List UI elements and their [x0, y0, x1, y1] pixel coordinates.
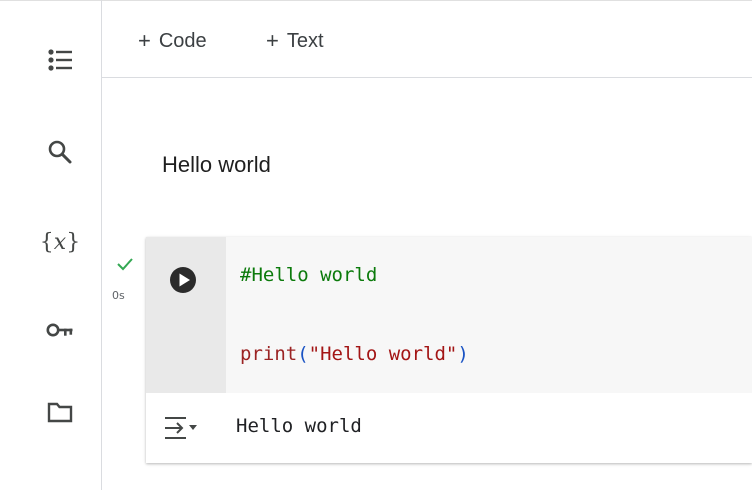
text-cell-heading[interactable]: Hello world [162, 152, 271, 178]
cell-output: Hello world [146, 393, 752, 463]
table-of-contents-button[interactable] [36, 36, 84, 84]
code-close-paren: ) [457, 343, 469, 365]
find-button[interactable] [36, 128, 84, 176]
output-text: Hello world [236, 415, 362, 437]
key-icon [46, 320, 74, 340]
code-editor[interactable]: #Hello world print("Hello world") [226, 237, 752, 393]
play-icon [168, 267, 198, 299]
code-open-paren: ( [297, 343, 309, 365]
add-code-label: Code [158, 29, 207, 52]
code-string: "Hello world" [308, 343, 458, 365]
code-line-comment: #Hello world [240, 264, 378, 286]
plus-icon: + [266, 28, 279, 53]
plus-icon: + [138, 28, 151, 53]
add-code-button[interactable]: + Code [138, 26, 207, 56]
cell-gutter [146, 237, 226, 393]
variables-icon: {x} [39, 229, 81, 255]
left-sidebar: {x} [0, 0, 102, 490]
code-function: print [240, 343, 298, 365]
list-icon [47, 47, 73, 73]
add-text-button[interactable]: + Text [266, 26, 324, 56]
run-cell-button[interactable] [168, 265, 198, 295]
execution-time: 0s [112, 289, 125, 302]
output-actions-button[interactable] [162, 411, 202, 445]
files-button[interactable] [36, 388, 84, 436]
code-line-print: print("Hello world") [240, 343, 469, 365]
folder-icon [47, 400, 73, 424]
add-text-label: Text [286, 29, 324, 52]
output-actions-icon [162, 417, 202, 449]
notebook-toolbar: + Code + Text [102, 0, 752, 78]
search-icon [47, 139, 73, 165]
execution-status [110, 256, 140, 277]
secrets-button[interactable] [36, 306, 84, 354]
notebook-window: {x} + Code + Text Hello world 0s #Hello … [0, 0, 752, 490]
variables-button[interactable]: {x} [36, 218, 84, 266]
code-cell: #Hello world print("Hello world") Hello … [146, 237, 752, 463]
check-icon [115, 258, 135, 276]
